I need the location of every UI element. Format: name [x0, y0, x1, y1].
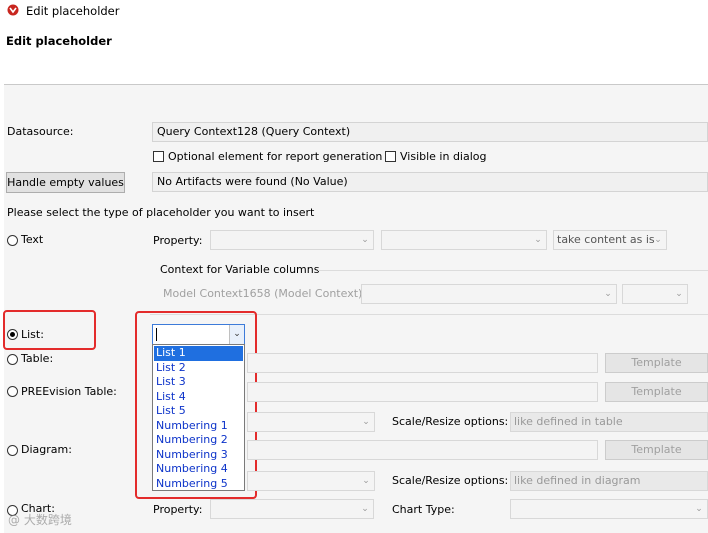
diagram-scale-select[interactable]: like defined in diagram — [510, 471, 708, 491]
diagram-template-field[interactable] — [247, 440, 598, 460]
optional-element-checkbox[interactable] — [153, 151, 164, 162]
chevron-down-icon: ⌄ — [675, 289, 683, 299]
table-scale-left-select[interactable]: ⌄ — [247, 412, 375, 432]
chevron-down-icon: ⌄ — [534, 235, 542, 245]
visible-in-dialog-checkbox[interactable] — [385, 151, 396, 162]
preevision-template-field[interactable] — [247, 382, 598, 402]
list-dropdown-highlight — [135, 311, 257, 499]
empty-value-field: No Artifacts were found (No Value) — [152, 172, 708, 192]
chart-type-select[interactable]: ⌄ — [510, 499, 708, 519]
chart-property-label: Property: — [153, 503, 203, 516]
model-context-select[interactable]: ⌄ — [361, 284, 617, 304]
datasource-label: Datasource: — [7, 125, 74, 138]
chevron-down-icon: ⌄ — [604, 289, 612, 299]
empty-value-text: No Artifacts were found (No Value) — [157, 175, 348, 188]
datasource-value: Query Context128 (Query Context) — [157, 125, 351, 138]
table-radio-label: Table: — [21, 352, 54, 365]
table-radio[interactable] — [7, 354, 18, 365]
diagram-scale-left-select[interactable]: ⌄ — [247, 471, 375, 491]
visible-in-dialog-label: Visible in dialog — [400, 150, 487, 163]
table-scale-select[interactable]: like defined in table — [510, 412, 708, 432]
window-title: Edit placeholder — [26, 4, 120, 18]
model-context-extra-select[interactable]: ⌄ — [622, 284, 688, 304]
diagram-radio[interactable] — [7, 445, 18, 456]
chevron-down-icon: ⌄ — [654, 235, 662, 245]
preevision-table-label: PREEvision Table: — [21, 385, 117, 398]
diagram-template-label: Template — [631, 443, 682, 456]
preevision-template-label: Template — [631, 385, 682, 398]
chevron-down-icon: ⌄ — [695, 504, 703, 514]
diagram-template-button[interactable]: Template — [605, 440, 708, 460]
text-property-select[interactable]: ⌄ — [210, 230, 374, 250]
table-template-field[interactable] — [247, 353, 598, 373]
optional-element-label: Optional element for report generation — [168, 150, 383, 163]
list-radio-highlight — [3, 310, 96, 350]
table-template-button[interactable]: Template — [605, 353, 708, 373]
chevron-down-icon: ⌄ — [362, 476, 370, 486]
preevision-template-button[interactable]: Template — [605, 382, 708, 402]
app-logo-icon — [7, 4, 19, 16]
watermark: @ 大数跨境 — [8, 513, 72, 527]
preevision-table-radio[interactable] — [7, 386, 18, 397]
table-template-label: Template — [631, 356, 682, 369]
chart-type-label: Chart Type: — [392, 503, 455, 516]
model-context-text: Model Context1658 (Model Context) — [163, 287, 363, 300]
context-group-line — [318, 270, 708, 271]
diagram-scale-label: Scale/Resize options: — [392, 474, 509, 487]
table-scale-value: like defined in table — [514, 415, 623, 428]
dialog-heading: Edit placeholder — [6, 34, 112, 48]
diagram-scale-value: like defined in diagram — [514, 474, 641, 487]
text-attribute-select[interactable]: ⌄ — [381, 230, 547, 250]
chart-property-select[interactable]: ⌄ — [210, 499, 374, 519]
context-group-title: Context for Variable columns — [160, 263, 320, 276]
chevron-down-icon: ⌄ — [361, 235, 369, 245]
table-scale-label: Scale/Resize options: — [392, 415, 509, 428]
text-radio[interactable] — [7, 235, 18, 246]
take-content-select[interactable]: take content as is ⌄ — [553, 230, 667, 250]
text-property-label: Property: — [153, 234, 203, 247]
handle-empty-values-button[interactable]: Handle empty values — [6, 172, 125, 193]
chevron-down-icon: ⌄ — [362, 417, 370, 427]
text-radio-label: Text — [21, 233, 44, 246]
diagram-radio-label: Diagram: — [21, 443, 72, 456]
chevron-down-icon: ⌄ — [361, 504, 369, 514]
handle-empty-values-label: Handle empty values — [7, 176, 124, 189]
datasource-select[interactable]: Query Context128 (Query Context) — [152, 122, 708, 142]
instruction-text: Please select the type of placeholder yo… — [7, 206, 315, 219]
take-content-value: take content as is — [557, 233, 655, 246]
